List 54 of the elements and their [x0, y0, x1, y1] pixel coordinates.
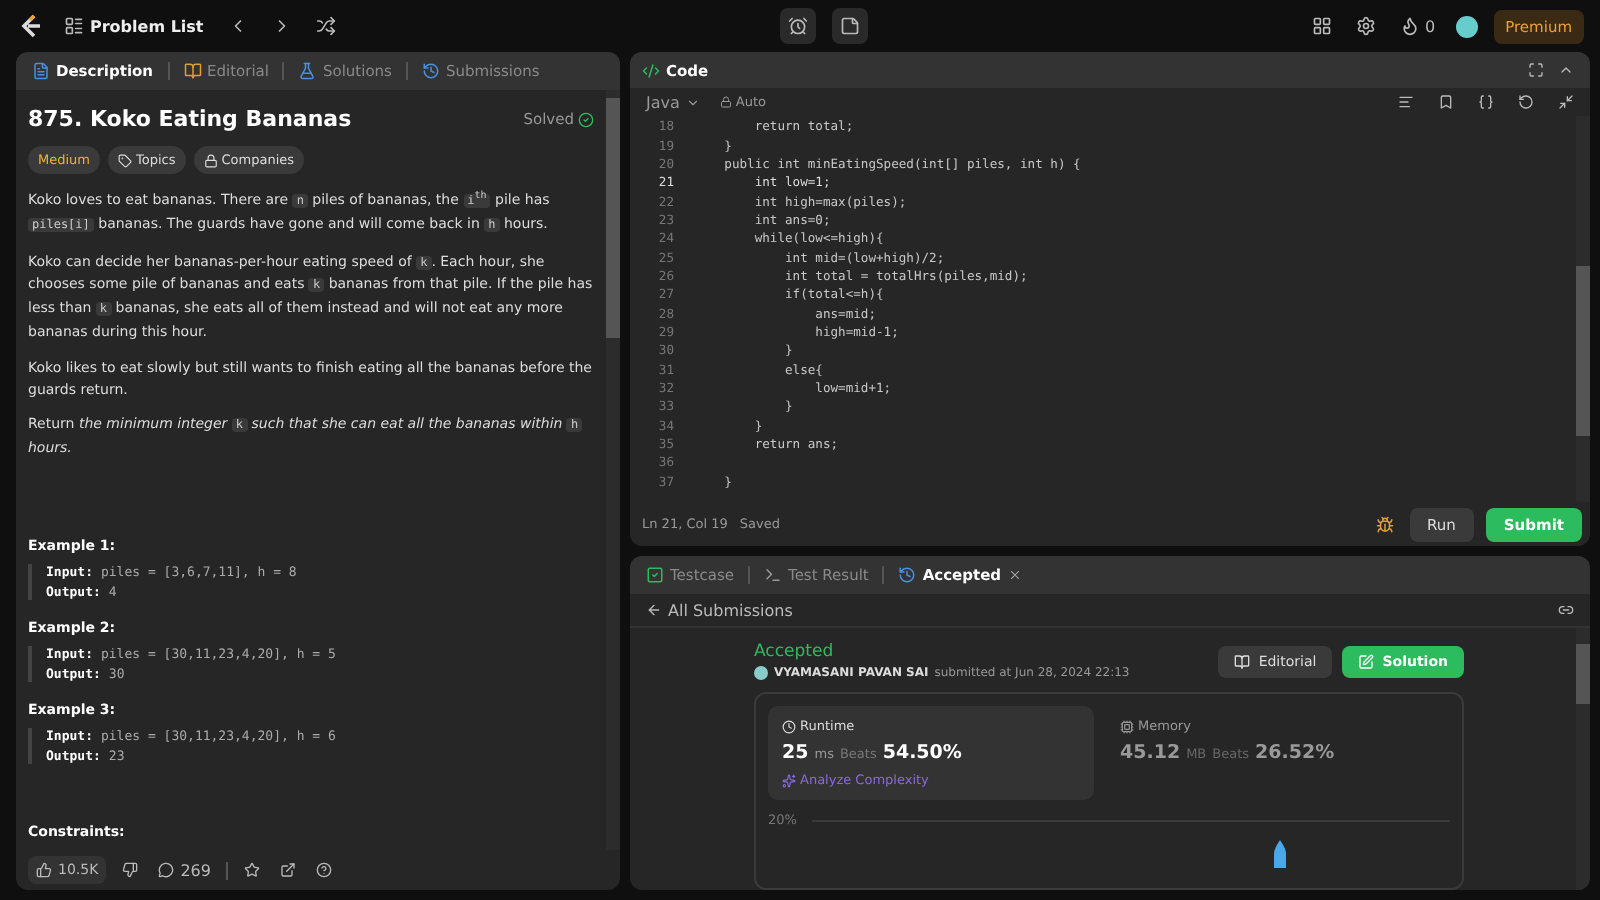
problem-title: 875. Koko Eating Bananas	[28, 106, 352, 132]
maximize-icon[interactable]	[1524, 58, 1548, 82]
tab-icon	[898, 566, 917, 584]
chip-icon	[1120, 719, 1134, 733]
runtime-value: 25	[782, 742, 809, 764]
verdict-text: Accepted	[754, 642, 836, 662]
debug-icon[interactable]	[1371, 511, 1398, 537]
braces-icon[interactable]	[1474, 90, 1498, 114]
tab-icon	[764, 566, 783, 584]
back-arrow-icon	[646, 602, 662, 618]
code-icon	[642, 61, 660, 79]
flame-icon	[1399, 16, 1420, 36]
user-avatar	[754, 666, 768, 680]
pen-icon	[1358, 653, 1375, 669]
scrollbar[interactable]	[606, 90, 620, 850]
comment-icon	[158, 862, 175, 878]
memory-value: 45.12	[1120, 742, 1181, 764]
lock-icon	[719, 96, 732, 108]
problem-list-button[interactable]: Problem List	[60, 12, 208, 40]
distribution-marker-icon	[1269, 840, 1289, 868]
sparkle-icon	[782, 773, 796, 787]
avatar[interactable]	[1455, 15, 1478, 37]
thumbs-up-icon	[36, 862, 52, 878]
logo-icon[interactable]	[16, 12, 44, 40]
tab-icon	[183, 62, 202, 80]
clock-icon	[782, 719, 796, 733]
close-icon[interactable]	[1007, 568, 1022, 582]
shuffle-icon[interactable]	[311, 12, 340, 40]
language-dropdown[interactable]: Java	[642, 89, 704, 115]
caret-icon	[685, 95, 700, 109]
scrollbar[interactable]	[1576, 116, 1590, 502]
streak-counter[interactable]: 0	[1395, 12, 1440, 40]
list-icon	[64, 16, 84, 36]
comments-button[interactable]: 269	[154, 857, 215, 883]
tag-icon	[118, 153, 132, 167]
share-icon[interactable]	[276, 858, 301, 882]
book-icon	[1234, 653, 1251, 669]
check-icon	[578, 111, 594, 127]
dislike-icon[interactable]	[118, 858, 143, 882]
note-icon[interactable]	[831, 8, 868, 44]
tab-icon	[421, 62, 440, 80]
reset-icon[interactable]	[1514, 90, 1538, 114]
minimize-icon[interactable]	[1554, 90, 1578, 114]
alarm-clock-icon[interactable]	[779, 8, 816, 44]
tab-icon	[646, 566, 664, 584]
memory-beats: 26.52%	[1255, 742, 1335, 764]
star-icon[interactable]	[240, 858, 265, 882]
help-icon[interactable]	[312, 858, 337, 882]
tab-icon	[32, 62, 50, 80]
all-submissions-link[interactable]: All Submissions	[642, 597, 797, 623]
lock-icon	[203, 153, 218, 167]
scrollbar[interactable]	[1576, 628, 1590, 890]
runtime-beats: 54.50%	[882, 742, 962, 764]
tab-icon	[298, 62, 317, 80]
